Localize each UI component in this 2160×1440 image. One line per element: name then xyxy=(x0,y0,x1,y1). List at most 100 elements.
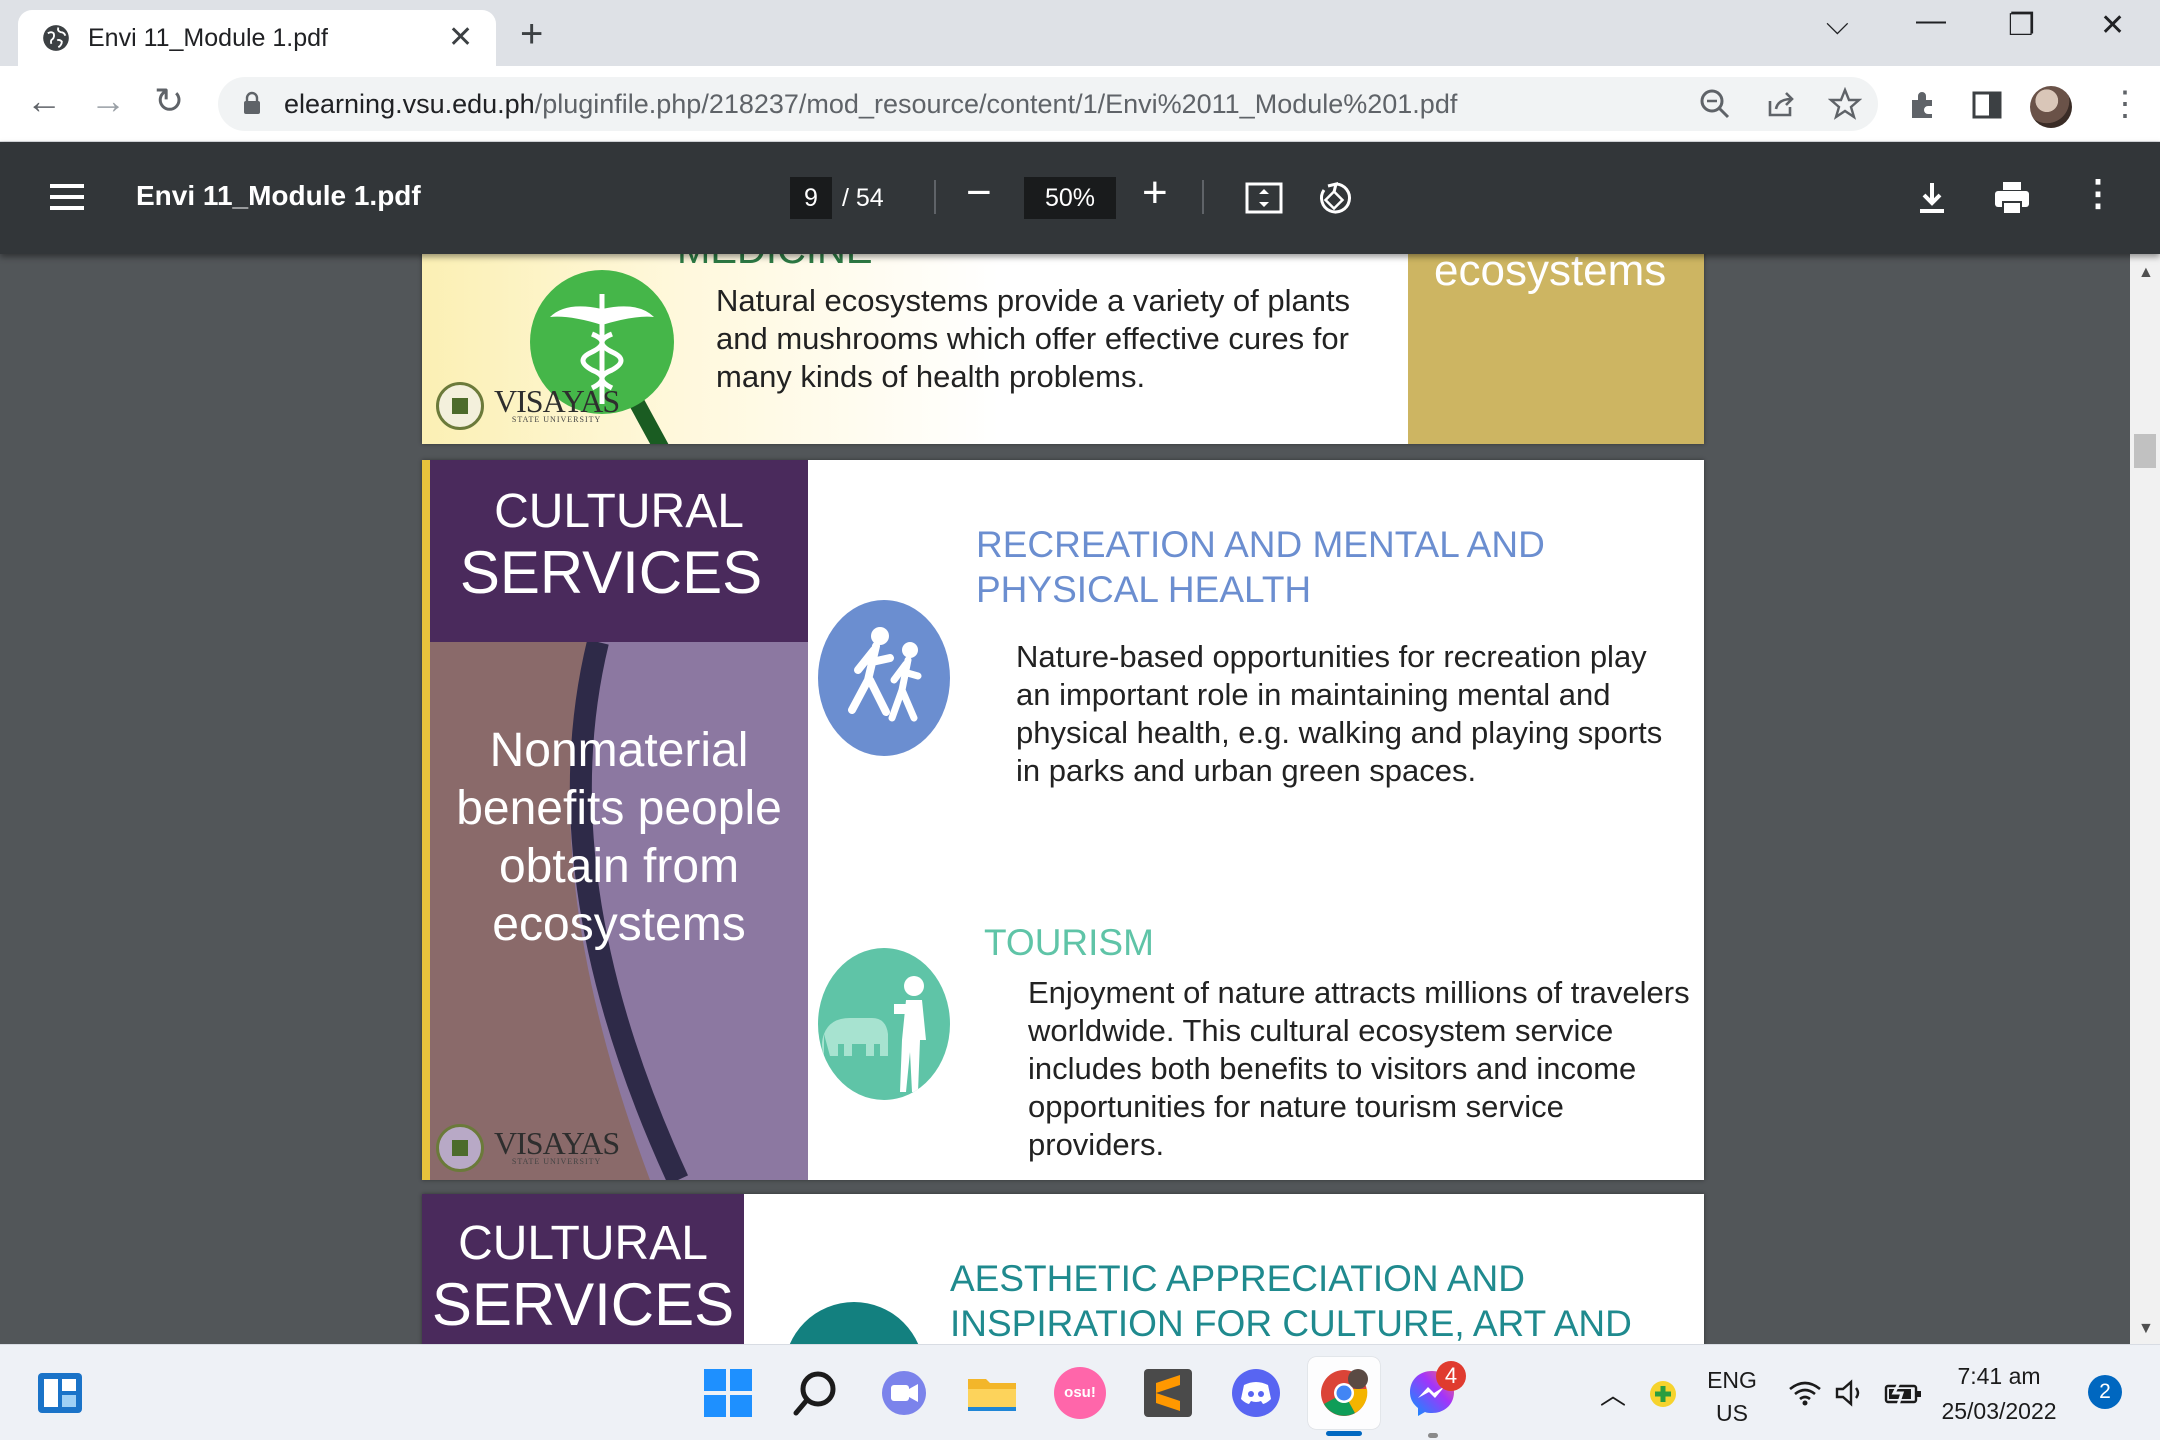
url-path: /pluginfile.php/218237/mod_resource/cont… xyxy=(534,89,1458,119)
minimize-button[interactable]: — xyxy=(1916,4,1946,38)
messenger-badge: 4 xyxy=(1436,1361,1466,1391)
file-explorer-icon[interactable] xyxy=(966,1367,1018,1419)
forward-button[interactable]: → xyxy=(90,80,126,122)
teams-chat-icon[interactable] xyxy=(878,1367,930,1419)
header-line-cultural: CULTURAL xyxy=(458,1217,708,1270)
windows-taskbar: osu! 4 ︿ ENG US 7:41 am 25/03/2022 2 xyxy=(0,1344,2160,1440)
battery-charging-icon[interactable] xyxy=(1884,1379,1924,1407)
medicine-heading: MEDICINE xyxy=(677,254,873,273)
start-windows-icon[interactable] xyxy=(702,1367,754,1419)
reload-button[interactable]: ↻ xyxy=(154,80,184,122)
language-indicator[interactable]: ENG US xyxy=(1700,1367,1764,1427)
tab-title: Envi 11_Module 1.pdf xyxy=(88,24,328,52)
accent-edge xyxy=(422,460,430,1180)
tourism-text: Enjoyment of nature attracts millions of… xyxy=(1028,975,1690,1162)
scrollbar-thumb[interactable] xyxy=(2134,434,2156,468)
clock-time: 7:41 am xyxy=(1957,1363,2041,1389)
download-icon[interactable] xyxy=(1912,178,1952,218)
medicine-description: Natural ecosystems provide a variety of … xyxy=(716,283,1351,394)
vsu-logo-text: VISAYAS xyxy=(494,383,620,419)
tray-overflow-chevron-icon[interactable]: ︿ xyxy=(1600,1375,1626,1412)
vsu-logo: VISAYAS STATE UNIVERSITY xyxy=(436,382,620,430)
discord-icon[interactable] xyxy=(1230,1367,1282,1419)
vsu-seal-icon xyxy=(436,382,484,430)
vsu-logo-subtext: STATE UNIVERSITY xyxy=(511,415,602,424)
vsu-seal-icon xyxy=(436,1124,484,1172)
header-line-cultural: CULTURAL xyxy=(494,485,744,538)
browser-toolbar: ← → ↻ elearning.vsu.edu.ph/pluginfile.ph… xyxy=(0,66,2160,142)
print-icon[interactable] xyxy=(1992,178,2032,218)
side-panel-icon[interactable] xyxy=(1970,88,2004,122)
fit-to-page-icon[interactable] xyxy=(1244,178,1284,218)
back-button[interactable]: ← xyxy=(26,80,62,122)
new-tab-button[interactable]: + xyxy=(520,12,543,57)
restore-button[interactable]: ❐ xyxy=(2008,8,2035,43)
close-window-button[interactable]: ✕ xyxy=(2100,8,2125,43)
url-host: elearning.vsu.edu.ph xyxy=(284,89,535,119)
osu-app-icon[interactable]: osu! xyxy=(1054,1367,1106,1419)
page-number-input[interactable]: 9 xyxy=(790,177,832,219)
vsu-logo: VISAYAS STATE UNIVERSITY xyxy=(436,1124,620,1172)
share-icon[interactable] xyxy=(1764,87,1798,121)
vsu-logo-text: VISAYAS xyxy=(494,1125,620,1161)
sidebar-menu-icon[interactable] xyxy=(50,184,84,210)
pdf-page-slide-medicine: MEDICINE Natural ecosystems provide a va… xyxy=(422,254,1704,444)
scroll-up-arrow-icon[interactable]: ▲ xyxy=(2138,264,2154,282)
vertical-scrollbar[interactable]: ▲ ▼ xyxy=(2130,254,2160,1344)
globe-icon xyxy=(43,25,69,51)
zoom-in-button[interactable]: + xyxy=(1142,168,1168,218)
pdf-page-slide-aesthetic: CULTURAL SERVICES AESTHETIC APPRECIATION… xyxy=(422,1194,1704,1344)
toolbar-divider xyxy=(934,180,936,214)
cultural-services-header: CULTURAL SERVICES xyxy=(422,1194,744,1344)
volume-icon[interactable] xyxy=(1834,1379,1868,1407)
cultural-services-header: CULTURAL SERVICES xyxy=(430,460,808,642)
tray-app-icon[interactable] xyxy=(1648,1379,1678,1409)
language-code: ENG xyxy=(1707,1367,1757,1393)
tab-search-icon[interactable]: ⌵ xyxy=(1826,8,1849,42)
active-app-indicator xyxy=(1326,1431,1362,1436)
wifi-icon[interactable] xyxy=(1788,1379,1822,1407)
rotate-icon[interactable] xyxy=(1314,178,1354,218)
notification-count-badge[interactable]: 2 xyxy=(2088,1375,2122,1409)
vsu-logo-subtext: STATE UNIVERSITY xyxy=(511,1157,602,1166)
aesthetic-icon xyxy=(784,1302,924,1344)
zoom-out-button[interactable]: − xyxy=(966,168,992,218)
pdf-more-options-icon[interactable]: ⋮ xyxy=(2080,172,2116,214)
slide1-side-text: ecosystems xyxy=(1434,254,1667,295)
tourism-elephant-icon xyxy=(818,948,950,1100)
profile-avatar[interactable] xyxy=(2030,86,2072,128)
cultural-services-panel: CULTURAL SERVICES Nonmaterial benefits p… xyxy=(422,460,808,1180)
tab-strip: Envi 11_Module 1.pdf ✕ + ⌵ — ❐ ✕ xyxy=(0,0,2160,66)
running-app-indicator xyxy=(1428,1433,1438,1438)
header-line-services: SERVICES xyxy=(459,539,763,606)
lock-icon xyxy=(244,91,260,114)
header-line-services: SERVICES xyxy=(431,1271,735,1338)
cultural-services-description: Nonmaterial benefits people obtain from … xyxy=(456,724,782,951)
runners-icon xyxy=(818,600,950,756)
extensions-icon[interactable] xyxy=(1906,88,1940,122)
address-bar[interactable]: elearning.vsu.edu.ph/pluginfile.php/2182… xyxy=(218,77,1878,131)
widgets-icon[interactable] xyxy=(34,1367,86,1419)
pdf-page-slide-cultural-services: CULTURAL SERVICES Nonmaterial benefits p… xyxy=(422,460,1704,1180)
tab-close-icon[interactable]: ✕ xyxy=(448,20,473,55)
zoom-input[interactable]: 50% xyxy=(1024,177,1116,219)
chrome-icon[interactable] xyxy=(1318,1367,1370,1419)
recreation-title: RECREATION AND MENTAL AND PHYSICAL HEALT… xyxy=(976,524,1545,610)
aesthetic-title: AESTHETIC APPRECIATION AND INSPIRATION F… xyxy=(950,1258,1632,1344)
search-icon[interactable] xyxy=(790,1367,842,1419)
browser-tab[interactable]: Envi 11_Module 1.pdf ✕ xyxy=(18,10,496,66)
pdf-viewport[interactable]: MEDICINE Natural ecosystems provide a va… xyxy=(0,254,2160,1344)
pdf-title: Envi 11_Module 1.pdf xyxy=(136,180,421,211)
keyboard-region: US xyxy=(1716,1400,1748,1426)
pdf-toolbar: Envi 11_Module 1.pdf 9 / 54 − 50% + ⋮ xyxy=(0,142,2160,254)
bookmark-star-icon[interactable] xyxy=(1828,87,1862,121)
page-total: / 54 xyxy=(842,184,884,212)
chrome-menu-icon[interactable]: ⋮ xyxy=(2108,84,2142,124)
toolbar-divider xyxy=(1202,180,1204,214)
sublime-text-icon[interactable] xyxy=(1142,1367,1194,1419)
clock-date: 25/03/2022 xyxy=(1941,1398,2057,1424)
scroll-down-arrow-icon[interactable]: ▼ xyxy=(2138,1320,2154,1338)
clock[interactable]: 7:41 am 25/03/2022 xyxy=(1934,1363,2064,1425)
zoom-icon[interactable] xyxy=(1698,87,1732,121)
recreation-text: Nature-based opportunities for recreatio… xyxy=(1016,639,1663,788)
